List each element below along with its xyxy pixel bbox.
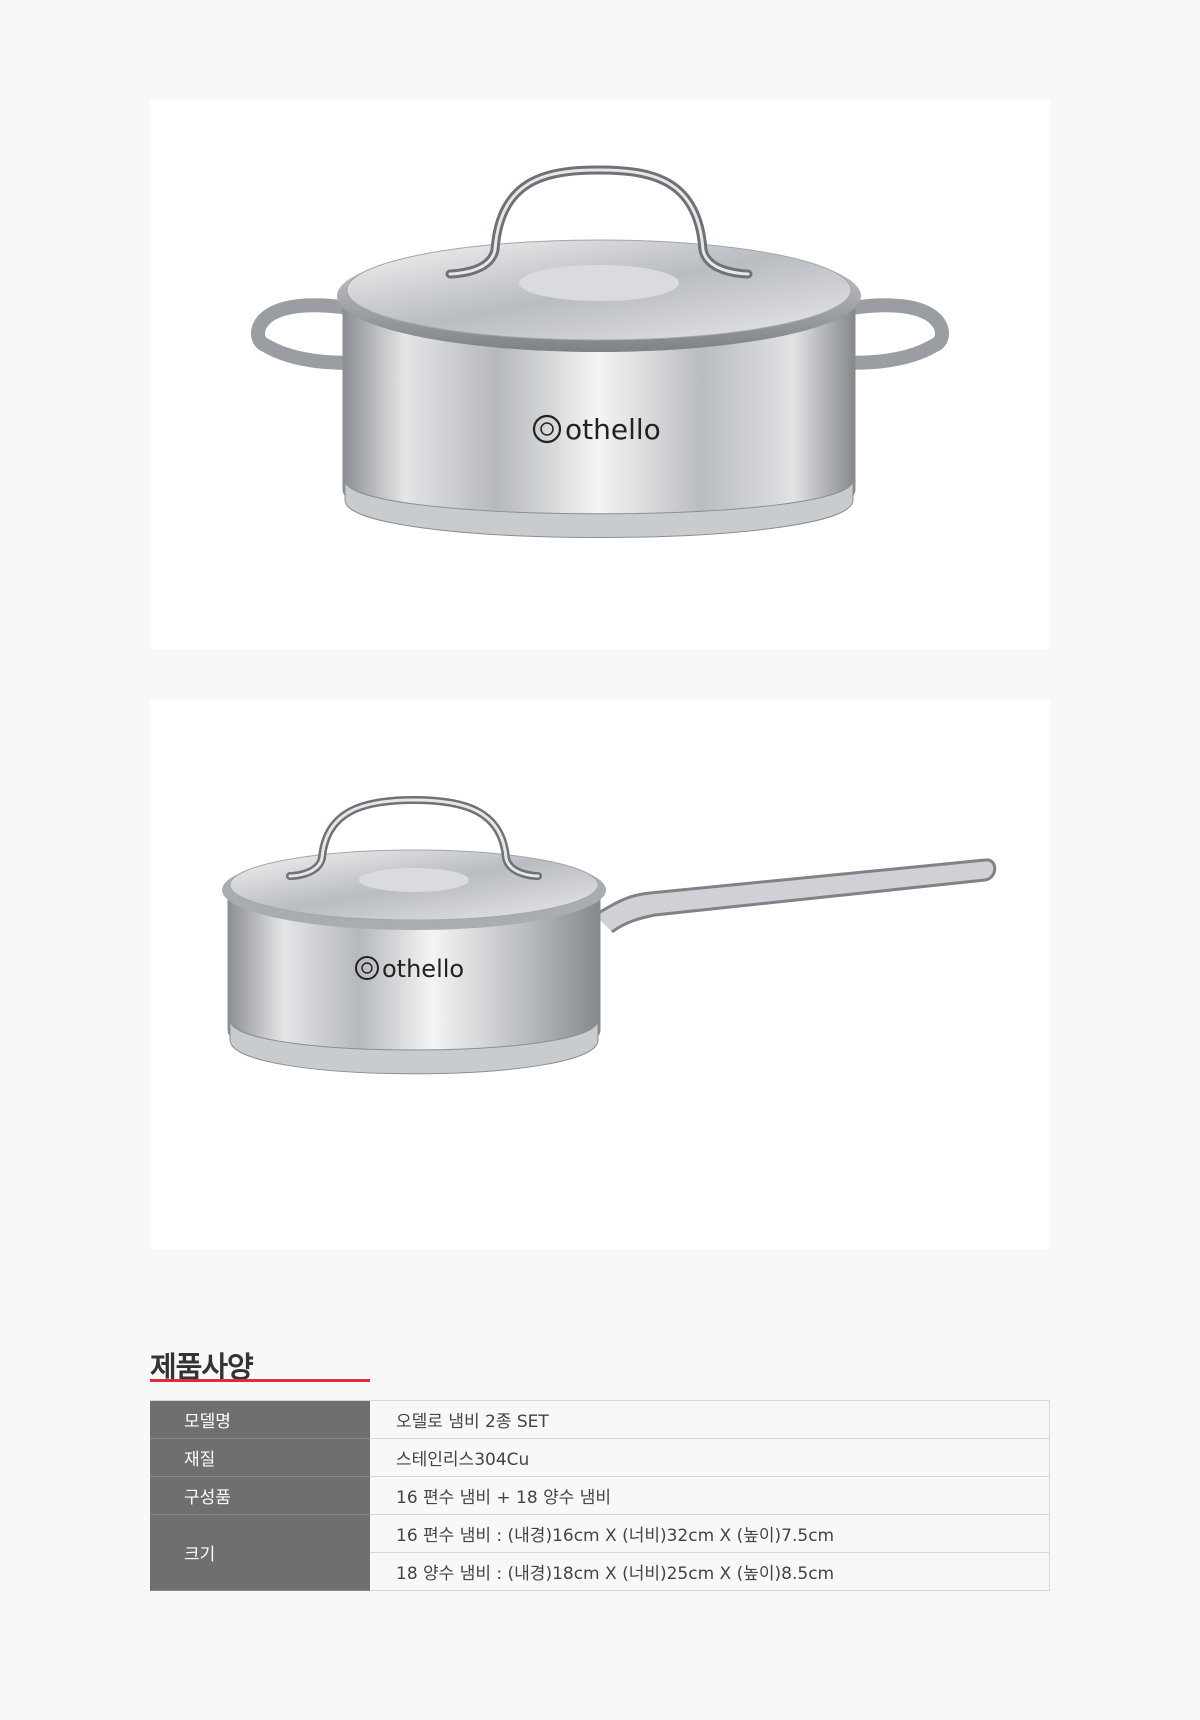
product-image-pot: othello bbox=[150, 100, 1050, 649]
spec-table: 모델명 오델로 냄비 2종 SET 재질 스테인리스304Cu 구성품 16 편… bbox=[150, 1400, 1050, 1591]
title-underline bbox=[150, 1379, 370, 1382]
long-handle bbox=[594, 858, 997, 934]
table-row: 크기 16 편수 냄비 : (내경)16cm X (너비)32cm X (높이)… bbox=[150, 1514, 1050, 1591]
table-row: 재질 스테인리스304Cu bbox=[150, 1438, 1050, 1477]
brand-logo-text: othello bbox=[382, 955, 464, 983]
saucepan-illustration: othello bbox=[222, 795, 997, 1075]
table-row: 구성품 16 편수 냄비 + 18 양수 냄비 bbox=[150, 1476, 1050, 1515]
spec-label: 크기 bbox=[150, 1514, 370, 1591]
product-image-saucepan: othello bbox=[150, 700, 1050, 1249]
brand-logo-text: othello bbox=[565, 413, 661, 446]
pot-illustration: othello bbox=[251, 165, 949, 538]
spec-label: 모델명 bbox=[150, 1400, 370, 1439]
spec-value: 16 편수 냄비 : (내경)16cm X (너비)32cm X (높이)7.5… bbox=[370, 1514, 1050, 1553]
spec-value: 오델로 냄비 2종 SET bbox=[370, 1400, 1050, 1439]
table-row: 모델명 오델로 냄비 2종 SET bbox=[150, 1400, 1050, 1439]
spec-value: 16 편수 냄비 + 18 양수 냄비 bbox=[370, 1476, 1050, 1515]
spec-label: 구성품 bbox=[150, 1476, 370, 1515]
spec-value: 18 양수 냄비 : (내경)18cm X (너비)25cm X (높이)8.5… bbox=[370, 1552, 1050, 1591]
spec-label: 재질 bbox=[150, 1438, 370, 1477]
spec-value: 스테인리스304Cu bbox=[370, 1438, 1050, 1477]
